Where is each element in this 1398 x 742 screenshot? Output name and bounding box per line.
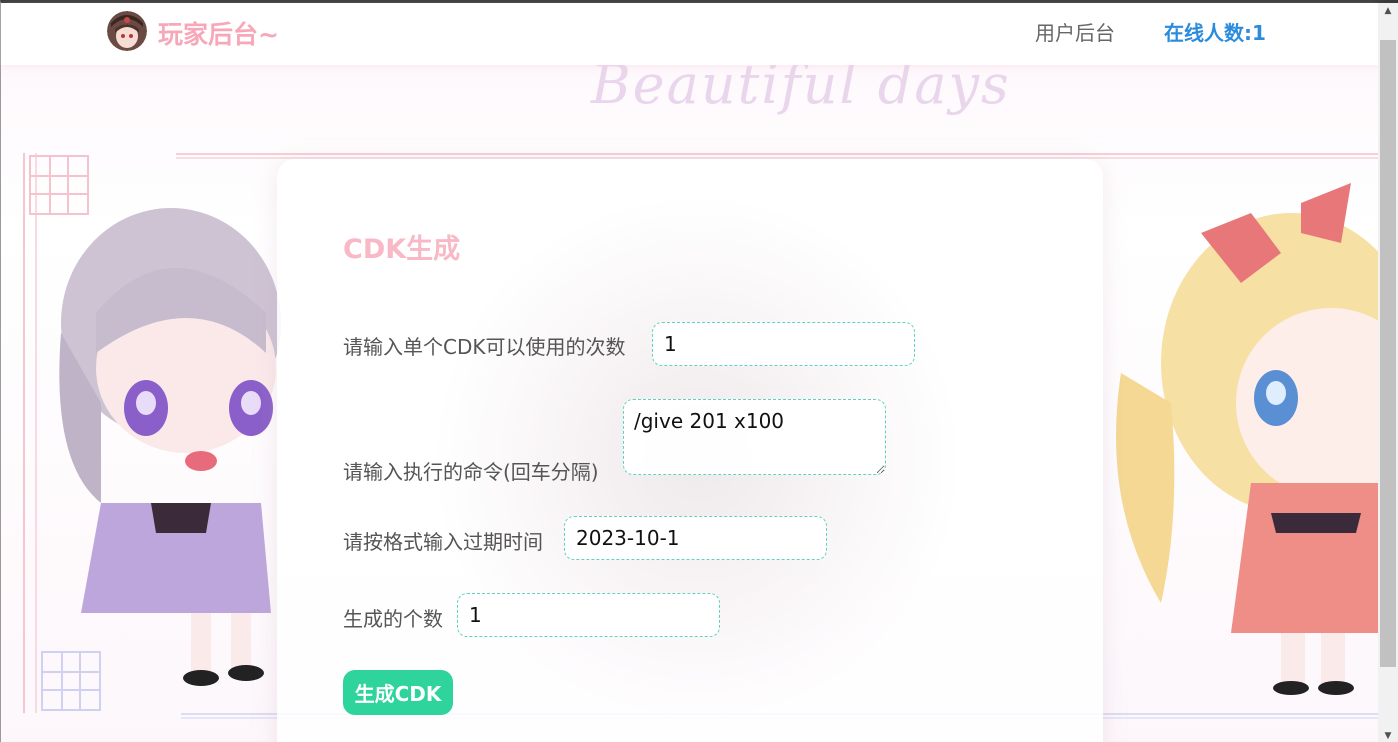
command-label: 请输入执行的命令(回车分隔): [343, 460, 599, 484]
top-header-bar: 玩家后台~ 用户后台 在线人数:1: [1, 3, 1379, 65]
scroll-up-arrow-icon[interactable]: ▲: [1378, 3, 1398, 20]
command-textarea[interactable]: /give 201 x100: [623, 399, 886, 475]
generate-count-label: 生成的个数: [343, 607, 443, 631]
uses-per-cdk-input[interactable]: [652, 322, 915, 366]
scroll-down-arrow-icon[interactable]: ▼: [1378, 728, 1398, 742]
generate-count-input[interactable]: [457, 593, 720, 637]
expiry-time-input[interactable]: [564, 516, 827, 560]
avatar-icon: [107, 11, 147, 51]
nav-link-user-backend[interactable]: 用户后台: [1035, 17, 1115, 46]
card-title: CDK生成: [343, 234, 461, 265]
cdk-generation-card: CDK生成 请输入单个CDK可以使用的次数 请输入执行的命令(回车分隔) /gi…: [277, 159, 1103, 742]
online-count-label: 在线人数:1: [1164, 21, 1266, 45]
frame-line-left: [23, 153, 37, 713]
scrollbar-thumb[interactable]: [1380, 40, 1396, 667]
logo-avatar[interactable]: [107, 11, 147, 51]
chibi-blonde-character-illustration: [1116, 183, 1379, 695]
expiry-time-label: 请按格式输入过期时间: [343, 530, 543, 554]
generate-cdk-button[interactable]: 生成CDK: [343, 670, 453, 715]
site-title[interactable]: 玩家后台~: [158, 15, 279, 51]
chibi-purple-character-illustration: [59, 208, 281, 686]
vertical-scrollbar[interactable]: ▲ ▼: [1378, 3, 1398, 742]
uses-per-cdk-label: 请输入单个CDK可以使用的次数: [343, 335, 626, 359]
